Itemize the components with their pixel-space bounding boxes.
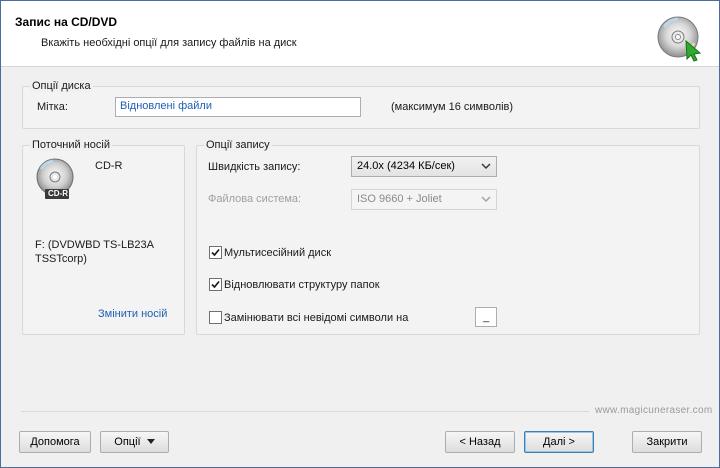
caret-down-icon bbox=[146, 439, 155, 444]
media-type: CD-R bbox=[95, 160, 123, 172]
replace-unknown-label[interactable]: Замінювати всі невідомі символи на bbox=[224, 312, 408, 324]
chevron-down-icon bbox=[481, 163, 491, 169]
footer-divider bbox=[21, 411, 589, 412]
drive-name-line2: TSSTcorp) bbox=[35, 253, 87, 265]
restore-structure-label[interactable]: Відновлювати структуру папок bbox=[224, 279, 380, 291]
next-button[interactable]: Далі > bbox=[524, 431, 594, 453]
write-speed-value: 24.0x (4234 КБ/сек) bbox=[357, 160, 455, 172]
options-button[interactable]: Опції bbox=[100, 431, 169, 453]
dialog-title: Запис на CD/DVD bbox=[15, 15, 118, 29]
checkmark-icon bbox=[211, 248, 220, 257]
file-system-select: ISO 9660 + Joliet bbox=[351, 189, 497, 210]
change-media-link[interactable]: Змінити носій bbox=[98, 308, 167, 320]
disc-badge-text: CD-R bbox=[48, 189, 68, 198]
multisession-checkbox[interactable] bbox=[209, 246, 222, 259]
website-url: www.magicuneraser.com bbox=[595, 405, 713, 416]
chevron-down-icon bbox=[481, 196, 491, 202]
drive-name-line1: F: (DVDWBD TS-LB23A bbox=[35, 239, 154, 251]
write-options-title: Опції запису bbox=[204, 139, 272, 151]
replace-char-input[interactable]: _ bbox=[475, 307, 497, 327]
dialog-subtitle: Вкажіть необхідні опції для запису файлі… bbox=[41, 37, 297, 49]
disc-label-input[interactable]: Відновлені файли bbox=[115, 97, 361, 117]
disk-options-title: Опції диска bbox=[30, 80, 93, 92]
restore-structure-checkbox[interactable] bbox=[209, 278, 222, 291]
write-speed-select[interactable]: 24.0x (4234 КБ/сек) bbox=[351, 156, 497, 177]
close-button[interactable]: Закрити bbox=[632, 431, 702, 453]
write-speed-label: Швидкість запису: bbox=[208, 161, 301, 173]
cd-disc-icon: CD-R bbox=[35, 157, 79, 203]
cd-dvd-burn-dialog: Запис на CD/DVD Вкажіть необхідні опції … bbox=[0, 0, 720, 468]
label-max-hint: (максимум 16 символів) bbox=[391, 101, 514, 113]
file-system-label: Файлова система: bbox=[208, 193, 302, 205]
multisession-label[interactable]: Мультисесійний диск bbox=[224, 247, 331, 259]
dialog-header: Запис на CD/DVD Вкажіть необхідні опції … bbox=[1, 1, 719, 67]
file-system-value: ISO 9660 + Joliet bbox=[357, 193, 442, 205]
options-button-label: Опції bbox=[114, 436, 141, 448]
replace-unknown-checkbox[interactable] bbox=[209, 311, 222, 324]
cd-burn-icon bbox=[656, 13, 706, 63]
current-media-title: Поточний носій bbox=[30, 139, 113, 151]
help-button[interactable]: Допомога bbox=[19, 431, 91, 453]
checkmark-icon bbox=[211, 280, 220, 289]
label-caption: Мітка: bbox=[37, 101, 68, 113]
back-button[interactable]: < Назад bbox=[445, 431, 515, 453]
